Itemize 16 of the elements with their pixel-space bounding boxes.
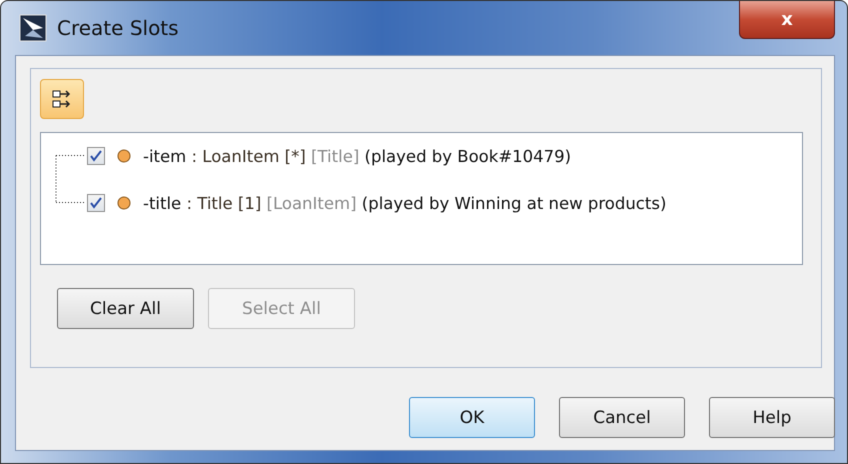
slot-label[interactable]: -item : LoanItem [*] [Title] (played by Book#10479) — [143, 146, 572, 166]
slot-label[interactable]: -title : Title [1] [LoanItem] (played by Winning at new products) — [143, 194, 666, 212]
checkbox[interactable] — [87, 194, 105, 212]
window-title: Create Slots — [57, 16, 179, 40]
expand-button[interactable] — [40, 79, 84, 119]
checkbox[interactable] — [87, 147, 105, 165]
slot-dot-icon — [117, 196, 131, 210]
close-button[interactable]: x — [739, 1, 835, 39]
arrows-icon — [52, 89, 72, 109]
cancel-button[interactable]: Cancel — [559, 397, 685, 438]
clear-all-button[interactable]: Clear All — [57, 288, 194, 329]
ok-button[interactable]: OK — [409, 397, 535, 438]
app-logo-icon — [19, 14, 47, 42]
slot-dot-icon — [117, 149, 131, 163]
tree-lines-icon — [55, 155, 86, 203]
help-button[interactable]: Help — [709, 397, 835, 438]
